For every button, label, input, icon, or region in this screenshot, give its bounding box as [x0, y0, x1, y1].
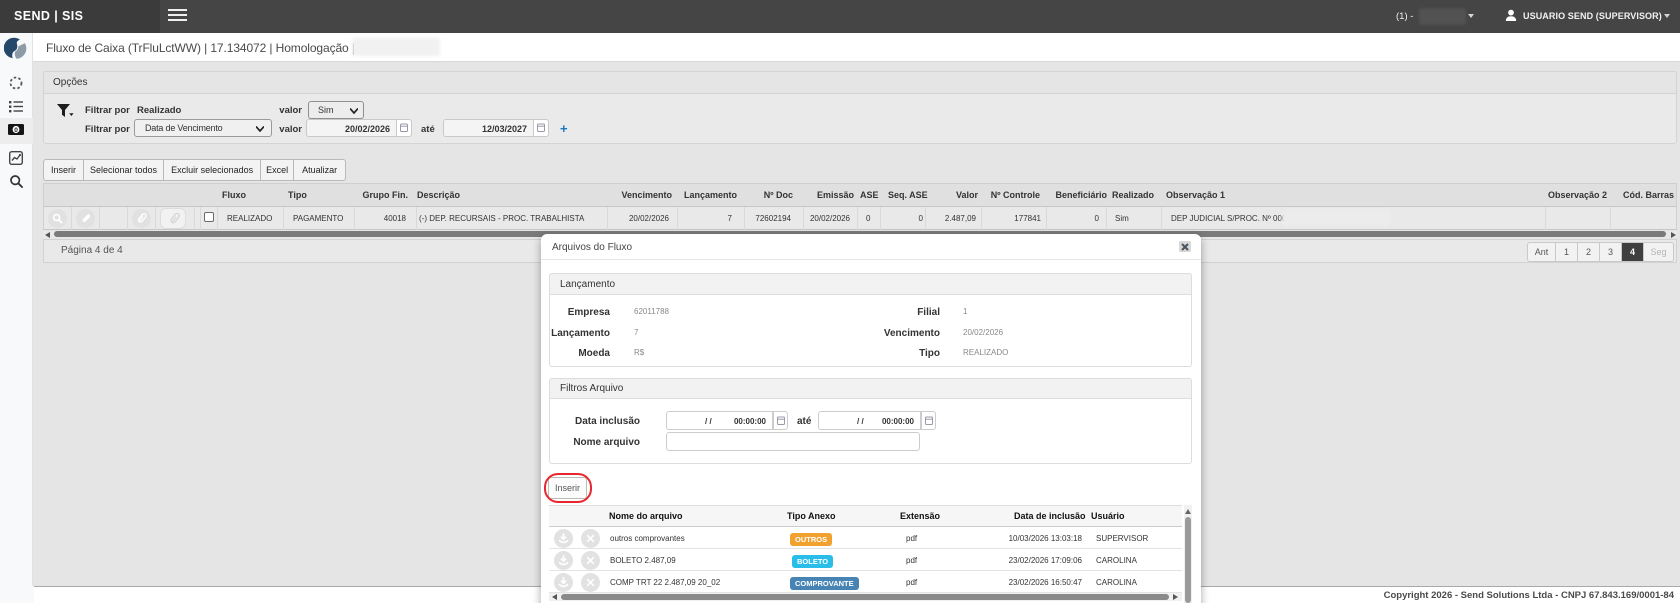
svg-text:0: 0 [14, 127, 18, 134]
